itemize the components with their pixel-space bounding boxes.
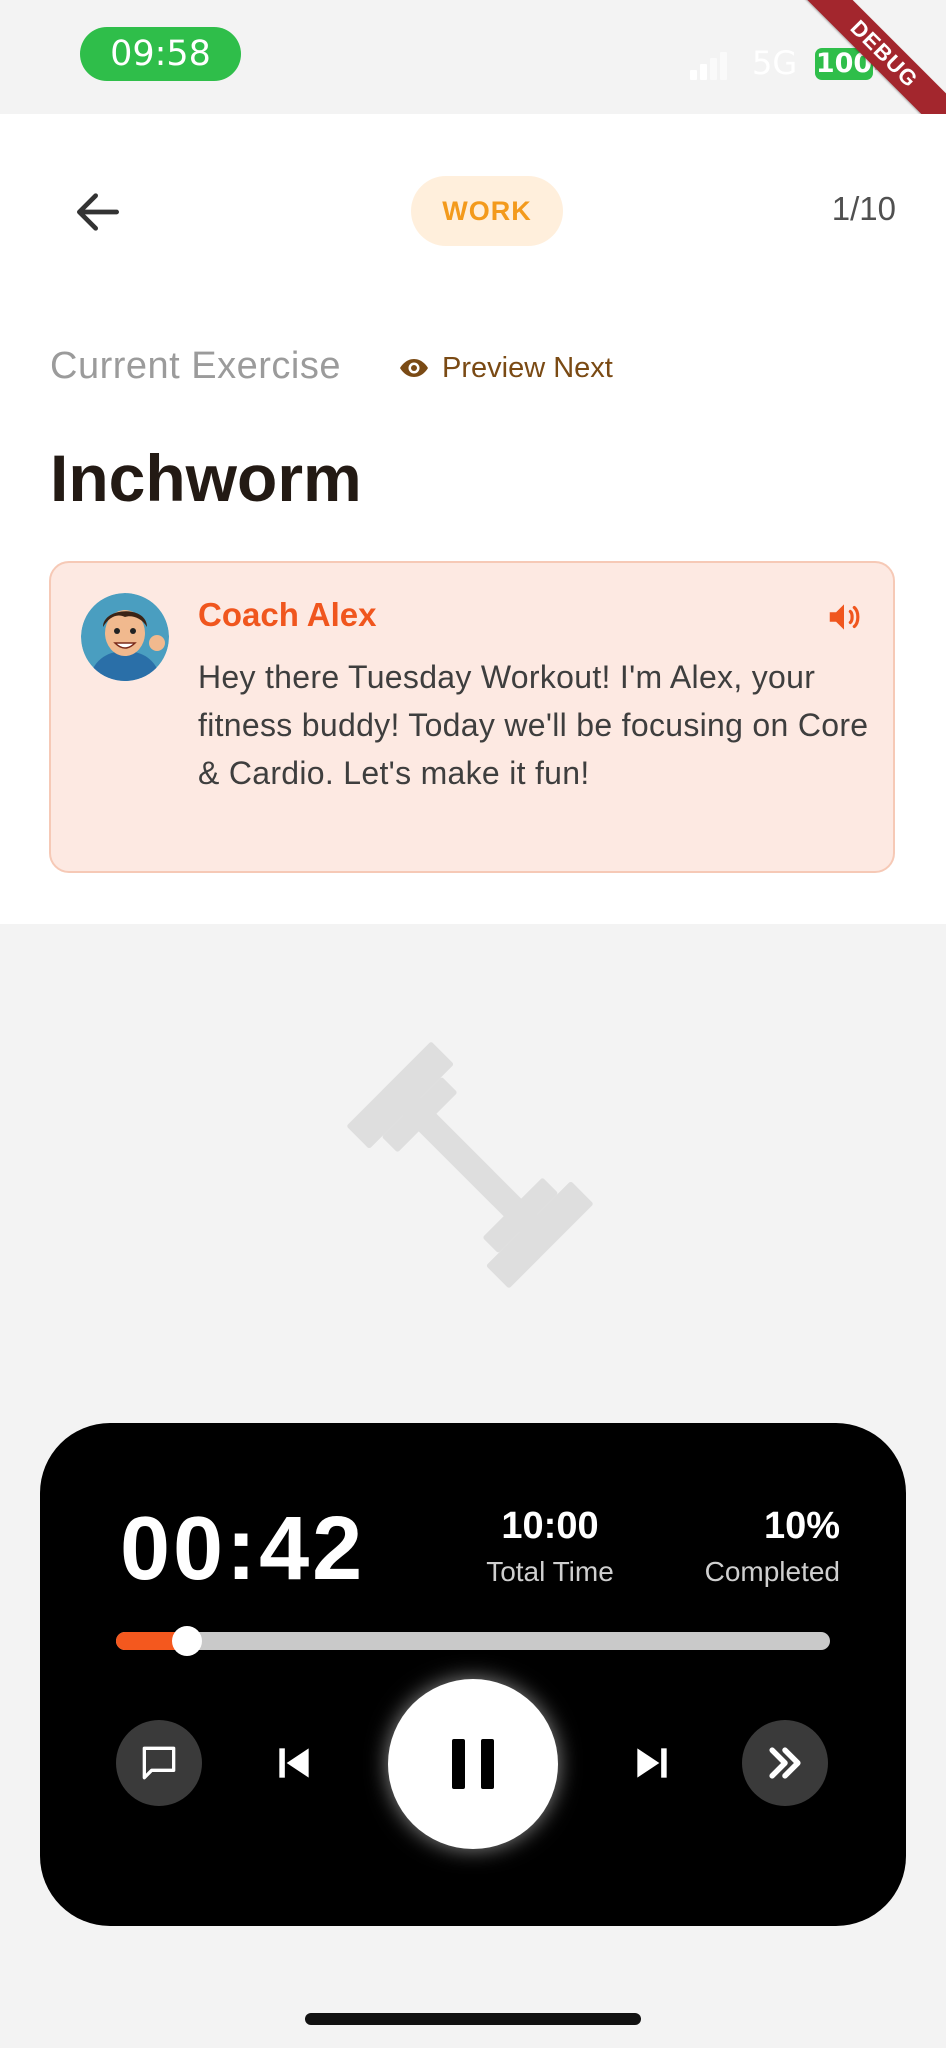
speaker-button[interactable] <box>825 598 863 636</box>
back-button[interactable] <box>70 184 126 240</box>
elapsed-timer: 00:42 <box>120 1499 366 1599</box>
coach-name: Coach Alex <box>198 596 377 633</box>
home-indicator[interactable] <box>305 2013 641 2025</box>
completed-label: Completed <box>704 1556 840 1587</box>
coach-message: Hey there Tuesday Workout! I'm Alex, you… <box>198 659 869 791</box>
exercise-name: Inchworm <box>50 441 362 515</box>
dumbbell-icon <box>347 1042 593 1288</box>
preview-next-label: Preview Next <box>442 351 613 384</box>
current-exercise-label: Current Exercise <box>50 345 341 387</box>
next-exercise-button[interactable] <box>622 1733 682 1793</box>
phase-badge: WORK <box>411 176 563 246</box>
skip-next-icon <box>637 1748 667 1778</box>
previous-exercise-button[interactable] <box>264 1733 324 1793</box>
total-time-stat: 10:00 Total Time <box>470 1505 630 1588</box>
pause-button[interactable] <box>388 1679 558 1849</box>
volume-icon <box>829 604 860 630</box>
workout-player: 00:42 10:00 Total Time 10% Completed <box>40 1423 906 1926</box>
pause-icon <box>452 1739 494 1789</box>
chat-bubble-icon <box>142 1746 176 1780</box>
skip-previous-icon <box>279 1748 309 1778</box>
progress-slider[interactable] <box>116 1626 830 1656</box>
eye-icon <box>400 359 428 377</box>
progress-thumb[interactable] <box>172 1626 203 1656</box>
coach-message-card: Coach Alex Hey there Tuesday Workout! I'… <box>49 561 895 873</box>
total-time-value: 10:00 <box>501 1505 599 1547</box>
skip-button[interactable] <box>742 1720 828 1806</box>
completed-value: 10% <box>763 1505 840 1547</box>
coach-avatar <box>81 593 169 681</box>
total-time-label: Total Time <box>486 1556 614 1587</box>
exercise-counter: 1/10 <box>831 190 896 227</box>
status-bar: 09:58 5G 100 DEBUG <box>0 0 946 144</box>
preview-next-button[interactable]: Preview Next <box>398 350 613 386</box>
signal-icon <box>690 50 730 80</box>
double-chevron-right-icon <box>769 1747 801 1779</box>
completed-stat: 10% Completed <box>670 1505 840 1588</box>
chat-button[interactable] <box>116 1720 202 1806</box>
arrow-left-icon <box>77 193 119 231</box>
network-type: 5G <box>752 44 798 82</box>
status-time: 09:58 <box>80 27 241 81</box>
